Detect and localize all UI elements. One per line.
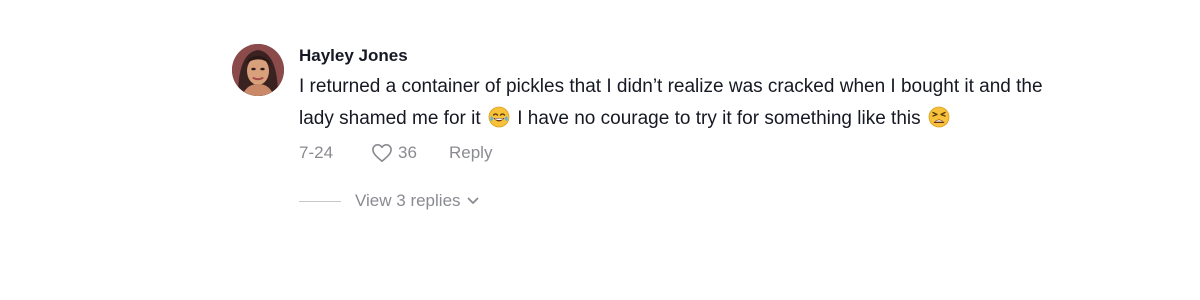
heart-icon: [372, 144, 392, 162]
comment-date: 7-24: [299, 143, 334, 162]
like-count: 36: [398, 143, 417, 162]
view-replies-label: View 3 replies: [355, 191, 461, 210]
avatar-image: [232, 44, 284, 96]
comment-body: Hayley Jones I returned a container of p…: [299, 42, 1059, 211]
view-replies-button[interactable]: View 3 replies: [299, 191, 1059, 211]
divider: [299, 200, 341, 202]
reply-button[interactable]: Reply: [449, 143, 492, 163]
avatar[interactable]: [232, 44, 284, 96]
face-with-tears-of-joy-icon: [488, 106, 510, 128]
comment-meta: 7-24 36 Reply: [299, 139, 1059, 167]
like-button[interactable]: 36: [371, 143, 449, 163]
comment-text-part: I have no courage to try it for somethin…: [517, 108, 921, 129]
tired-face-icon: [928, 106, 950, 128]
comment-author[interactable]: Hayley Jones: [299, 42, 1059, 70]
chevron-down-icon: [467, 197, 478, 204]
comment-text: I returned a container of pickles that I…: [299, 71, 1059, 135]
